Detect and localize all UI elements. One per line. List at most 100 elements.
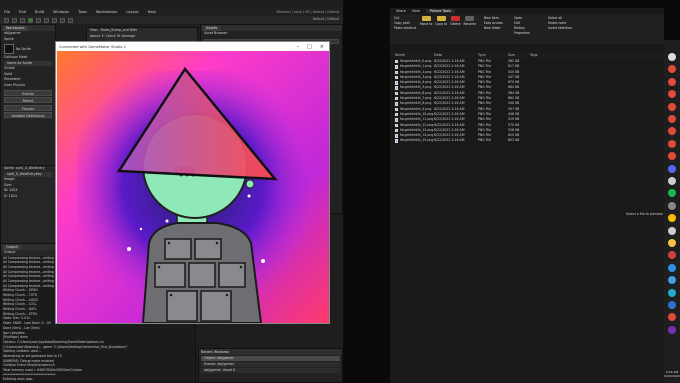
rename-icon [465, 16, 475, 21]
vscode-icon[interactable] [668, 263, 676, 272]
assets-tab[interactable]: Assets [203, 25, 221, 31]
gamemaker-icon[interactable] [668, 325, 676, 334]
sprite-properties-panel: Sprite: spr0_0_WaitEntry spr0_0_WaitEntr… [0, 165, 56, 245]
menu-windows[interactable]: Windows [53, 10, 69, 14]
image-file-icon [395, 107, 398, 112]
menu-edit[interactable]: Edit [19, 10, 26, 14]
taskbar-clock[interactable]: 2:16 AM 6/22/2022 [664, 370, 680, 378]
app-icon[interactable] [668, 276, 676, 285]
notes-icon[interactable] [668, 214, 676, 223]
height-field[interactable]: H: 1024 [1, 194, 55, 200]
ribbon-tab-view[interactable]: View [412, 9, 420, 13]
asset-browser-title: Asset Browser [204, 31, 228, 35]
rename-button[interactable]: Rename [464, 16, 476, 26]
menu-tools[interactable]: Tools [78, 10, 87, 14]
minimize-icon[interactable]: – [297, 44, 300, 50]
chrome-icon[interactable] [668, 152, 676, 161]
recent-window-item[interactable]: obj/gamer: Asset 0 [201, 367, 340, 373]
move-to-button[interactable]: Move to [420, 16, 432, 26]
app-icon[interactable] [668, 201, 676, 210]
column-type[interactable]: Type [478, 52, 486, 58]
variable-definitions-button[interactable]: Variable Definitions [4, 112, 52, 118]
game-window-titlebar[interactable]: Connected with GameMaker Studio 2 – □ × [56, 42, 329, 51]
ribbon-tab-share[interactable]: Share [396, 9, 406, 13]
menu-workstation[interactable]: Workstation [96, 10, 117, 14]
spotify-icon[interactable] [668, 189, 676, 198]
file-list-header: Name Date Type Size Tags [390, 52, 664, 58]
app-icon[interactable] [668, 251, 676, 260]
game-preview-window: Connected with GameMaker Studio 2 – □ × [55, 41, 330, 324]
menu-layout[interactable]: Layout [126, 10, 138, 14]
settings-icon[interactable] [68, 17, 73, 23]
delete-icon [450, 16, 460, 21]
chrome-icon[interactable] [668, 139, 676, 148]
menu-build[interactable]: Build [35, 10, 44, 14]
new-folder-button[interactable]: New folder [484, 26, 503, 31]
image-file-icon [395, 81, 398, 85]
clock-date: 6/22/2022 [664, 374, 680, 378]
image-file-icon [395, 128, 398, 133]
column-name[interactable]: Name [395, 52, 405, 58]
build-icon[interactable] [60, 17, 65, 23]
image-file-icon [395, 139, 398, 143]
file-list: fdcgmhkhkih_0.png 6/22/2022 2:16 AM PNG Fi… [390, 59, 664, 144]
chrome-icon[interactable] [668, 102, 676, 111]
copy-to-button[interactable]: Copy to [435, 16, 447, 26]
file-size: 601 KB [508, 138, 520, 143]
edge-icon[interactable] [668, 288, 676, 297]
recent-windows-title: Recent Windows [199, 349, 342, 355]
script-line[interactable]: Above 3: Check To Sprange [87, 34, 197, 40]
chrome-icon[interactable] [668, 90, 676, 99]
column-date[interactable]: Date [434, 52, 442, 58]
menu-help[interactable]: Help [148, 10, 156, 14]
recent-window-item[interactable]: Events: obj/gamer [201, 361, 340, 367]
file-row[interactable]: fdcgmhkhkih_15.png 6/22/2022 2:16 AM PNG F… [390, 138, 664, 143]
delete-button[interactable]: Delete [450, 16, 461, 26]
workspace-tab[interactable]: Workspace [3, 25, 28, 31]
folder-icon [421, 16, 431, 21]
recent-window-item[interactable]: Object: obj/gamer [201, 355, 340, 361]
target-info: Windows | Local | HE | Default | Default [276, 10, 339, 14]
invert-selection-button[interactable]: Invert selection [548, 26, 572, 31]
ribbon-tab-picture-tools[interactable]: Picture Tools [425, 9, 455, 13]
open-project-icon[interactable] [12, 17, 17, 23]
image-file-icon [395, 86, 398, 90]
paste-shortcut-button[interactable]: Paste shortcut [394, 26, 416, 31]
chrome-icon[interactable] [668, 65, 676, 74]
sprite-value: No Sprite [16, 46, 31, 51]
parent-button[interactable]: Parent [4, 97, 52, 103]
uses-physics-checkbox[interactable]: Uses Physics [1, 83, 55, 89]
menu-file[interactable]: File [4, 10, 10, 14]
app-icon[interactable] [668, 301, 676, 309]
file-type: PNG File [478, 138, 492, 143]
chrome-icon[interactable] [668, 115, 676, 123]
save-icon[interactable] [20, 17, 25, 23]
chrome-icon[interactable] [668, 313, 676, 322]
debug-icon[interactable] [36, 17, 41, 23]
image-file-icon [395, 112, 398, 117]
column-tags[interactable]: Tags [530, 52, 538, 58]
column-size[interactable]: Size [508, 52, 515, 58]
folder-icon[interactable] [668, 239, 676, 247]
sprite-picker[interactable]: No Sprite [1, 42, 55, 55]
properties-button[interactable]: Properties [514, 31, 530, 36]
physics-button[interactable]: Physics [4, 104, 52, 111]
discord-icon[interactable] [668, 164, 676, 173]
file-explorer-window: Share View Picture Tools Cut Copy path P… [390, 8, 664, 383]
app-icon[interactable] [668, 226, 676, 235]
chrome-icon[interactable] [668, 77, 676, 86]
output-tab[interactable]: Output [3, 244, 21, 250]
new-project-icon[interactable] [4, 17, 9, 23]
app-icon[interactable] [668, 177, 676, 185]
maximize-icon[interactable]: □ [307, 44, 312, 50]
chrome-icon[interactable] [668, 127, 676, 136]
menu-icon[interactable] [668, 53, 676, 61]
clean-icon[interactable] [52, 17, 57, 23]
close-icon[interactable]: × [320, 44, 324, 50]
stop-icon[interactable] [44, 17, 49, 23]
config-selector[interactable]: Default | Default [313, 17, 339, 21]
run-icon[interactable] [28, 17, 33, 23]
preview-pane-message: Select a file to preview. [626, 212, 664, 216]
generated-artwork [57, 51, 329, 323]
events-button[interactable]: Events [4, 89, 52, 96]
